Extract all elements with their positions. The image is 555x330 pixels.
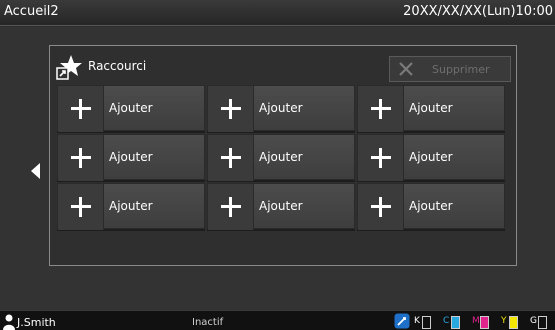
chevron-left-icon[interactable] — [28, 160, 44, 182]
ink-label: G — [530, 316, 537, 326]
add-shortcut-tile[interactable]: Ajouter — [357, 134, 505, 181]
ink-label: Y — [501, 316, 507, 326]
user-name[interactable]: J.Smith — [17, 316, 56, 329]
plus-icon — [358, 184, 404, 230]
add-shortcut-tile[interactable]: Ajouter — [357, 183, 505, 230]
tile-label: Ajouter — [259, 101, 303, 115]
screen-title: Accueil2 — [4, 4, 59, 19]
plus-icon — [58, 184, 104, 230]
ink-fill — [481, 317, 488, 328]
ink-fill — [452, 317, 459, 328]
ink-label: C — [443, 316, 450, 326]
plus-icon — [208, 86, 254, 132]
shortcut-grid: Ajouter Ajouter Ajouter Ajouter Ajouter … — [57, 85, 507, 253]
title-bar: Accueil2 20XX/XX/XX(Lun)10:00 — [0, 0, 555, 26]
plus-icon — [358, 135, 404, 181]
tile-label: Ajouter — [259, 150, 303, 164]
ink-label: M — [472, 316, 480, 326]
add-shortcut-tile[interactable]: Ajouter — [57, 85, 205, 132]
tile-label: Ajouter — [409, 199, 453, 213]
panel-header: Raccourci Supprimer — [56, 54, 511, 82]
tile-label: Ajouter — [259, 199, 303, 213]
delete-label: Supprimer — [432, 63, 490, 76]
machine-status: Inactif — [192, 317, 224, 328]
panel-title: Raccourci — [88, 59, 147, 73]
main-area: Raccourci Supprimer Ajouter Ajouter Ajou… — [0, 27, 555, 310]
status-bar: J.Smith Inactif K C M Y G — [0, 310, 555, 330]
plus-icon — [358, 86, 404, 132]
shortcut-panel: Raccourci Supprimer Ajouter Ajouter Ajou… — [49, 45, 517, 266]
add-shortcut-tile[interactable]: Ajouter — [207, 85, 355, 132]
ink-label: K — [414, 316, 420, 326]
delete-button[interactable]: Supprimer — [389, 56, 511, 82]
plus-icon — [58, 86, 104, 132]
close-icon — [399, 62, 413, 76]
ink-bar — [509, 316, 518, 329]
shortcut-star-icon — [56, 55, 82, 80]
ink-fill — [510, 317, 517, 328]
tile-label: Ajouter — [109, 101, 153, 115]
tile-label: Ajouter — [109, 150, 153, 164]
plus-icon — [208, 184, 254, 230]
add-shortcut-tile[interactable]: Ajouter — [57, 134, 205, 181]
plus-icon — [58, 135, 104, 181]
add-shortcut-tile[interactable]: Ajouter — [207, 134, 355, 181]
tile-label: Ajouter — [409, 101, 453, 115]
add-shortcut-tile[interactable]: Ajouter — [357, 85, 505, 132]
ink-bar — [538, 316, 547, 329]
plus-icon — [208, 135, 254, 181]
toner-icon[interactable] — [394, 313, 410, 329]
date-time: 20XX/XX/XX(Lun)10:00 — [403, 4, 553, 19]
add-shortcut-tile[interactable]: Ajouter — [57, 183, 205, 230]
ink-bar — [451, 316, 460, 329]
tile-label: Ajouter — [409, 150, 453, 164]
ink-bar — [480, 316, 489, 329]
add-shortcut-tile[interactable]: Ajouter — [207, 183, 355, 230]
user-icon[interactable] — [3, 314, 15, 330]
ink-bar — [422, 316, 431, 329]
tile-label: Ajouter — [109, 199, 153, 213]
